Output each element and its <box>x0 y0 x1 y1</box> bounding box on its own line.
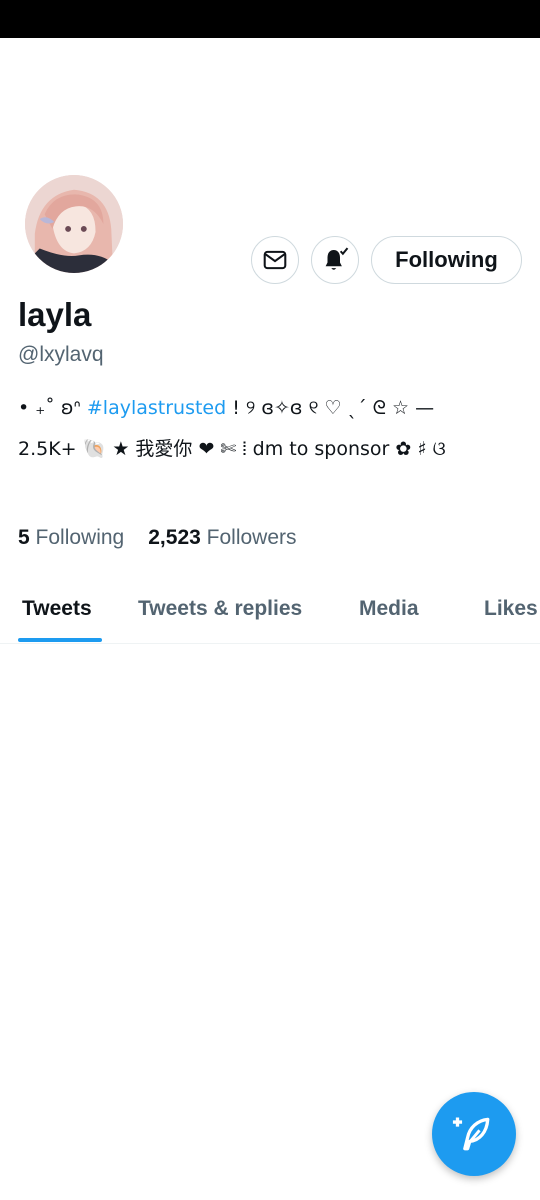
tab-likes[interactable]: Likes <box>484 597 538 621</box>
profile-bio: • ₊˚ ʚᐢ #laylastrusted ! ୨ ɞ✧ɞ ୧ ♡ ˎˊ ᘓ … <box>18 388 528 470</box>
display-name: layla <box>18 296 92 333</box>
profile-tabs: Tweets Tweets & replies Media Likes <box>0 580 540 644</box>
notifications-button[interactable] <box>311 236 359 284</box>
envelope-icon <box>263 250 287 270</box>
followers-count: 2,523 <box>148 526 201 549</box>
bio-hashtag-link[interactable]: #laylastrusted <box>87 397 226 419</box>
following-count: 5 <box>18 526 30 549</box>
username-handle: @lxylavq <box>18 343 104 366</box>
bio-prefix: • ₊˚ ʚᐢ <box>18 397 81 419</box>
avatar-image <box>25 175 123 273</box>
bell-check-icon <box>325 247 349 270</box>
following-button[interactable]: Following <box>371 236 522 284</box>
status-bar <box>0 0 540 38</box>
compose-tweet-button[interactable] <box>432 1092 516 1176</box>
followers-label: Followers <box>206 526 297 549</box>
message-button[interactable] <box>251 236 299 284</box>
following-label: Following <box>35 526 125 549</box>
tab-media[interactable]: Media <box>359 597 419 621</box>
tab-tweets-and-replies[interactable]: Tweets & replies <box>138 597 302 621</box>
tab-tweets[interactable]: Tweets <box>22 597 92 621</box>
profile-stats: 5 Following 2,523 Followers <box>18 526 297 550</box>
compose-feather-plus-icon <box>452 1117 490 1151</box>
avatar[interactable] <box>22 172 126 276</box>
bio-line-1: • ₊˚ ʚᐢ #laylastrusted ! ୨ ɞ✧ɞ ୧ ♡ ˎˊ ᘓ … <box>18 388 528 429</box>
active-tab-indicator <box>18 638 102 642</box>
followers-stat[interactable]: 2,523 Followers <box>148 526 296 549</box>
bio-line-2: 2.5K+ 🐚 ★ 我愛你 ❤ ✄ ⦙ dm to sponsor ✿ ♯ ଓ <box>18 438 446 460</box>
bio-suffix: ! ୨ ɞ✧ɞ ୧ ♡ ˎˊ ᘓ ☆ — <box>232 397 435 419</box>
following-stat[interactable]: 5 Following <box>18 526 124 549</box>
